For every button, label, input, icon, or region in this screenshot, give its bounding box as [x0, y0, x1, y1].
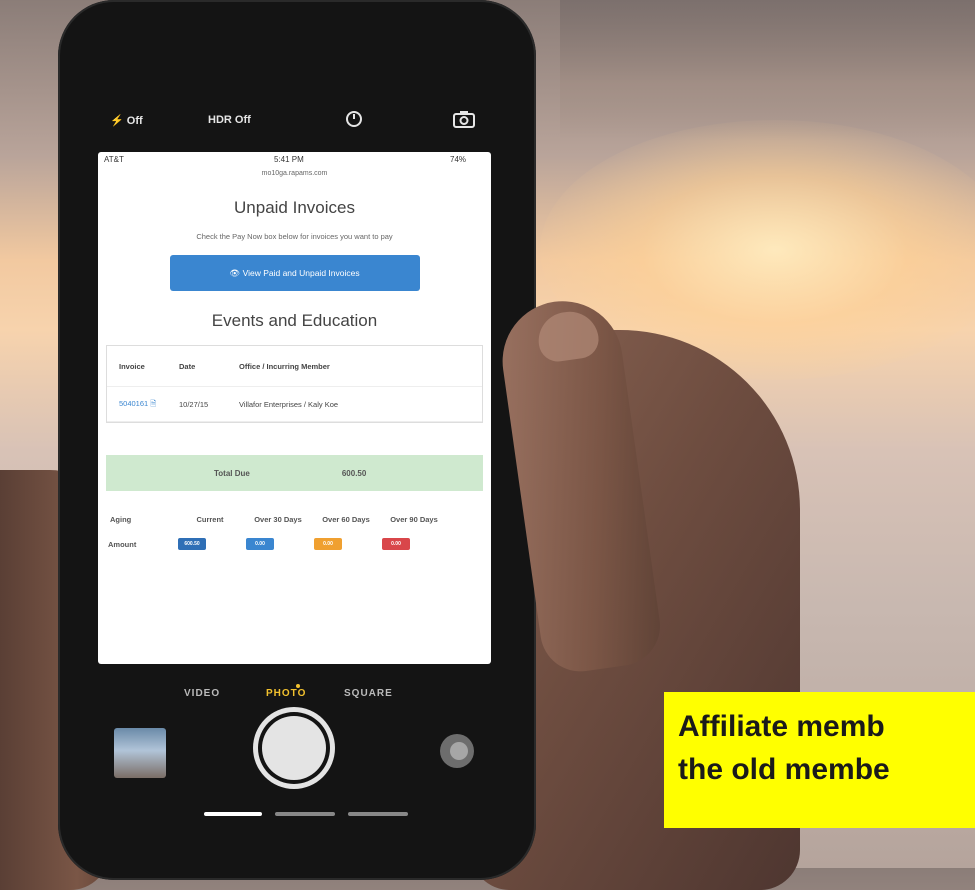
mode-square[interactable]: SQUARE — [344, 688, 393, 699]
aging-over-30: Over 30 Days — [254, 515, 302, 524]
total-label: Total Due — [214, 468, 250, 478]
document-icon[interactable]: 🗎 — [150, 399, 156, 408]
col-office: Office / Incurring Member — [239, 361, 330, 371]
aging-over-60: Over 60 Days — [322, 515, 370, 524]
page-indicator — [348, 812, 408, 816]
flash-toggle[interactable]: ⚡ Off — [110, 114, 143, 127]
last-photo-thumbnail[interactable] — [114, 728, 166, 778]
invoice-date: 10/27/15 — [179, 399, 209, 409]
camera-mode-selector: VIDEO PHOTO SQUARE — [100, 688, 500, 712]
caption-line-2: the old membe — [678, 753, 890, 786]
flash-icon: ⚡ — [110, 115, 124, 127]
invoice-office: Villafor Enterprises / Kaly Koe — [239, 399, 339, 409]
aging-over-90: Over 90 Days — [390, 515, 438, 524]
aging-header: Aging Current Over 30 Days Over 60 Days … — [106, 515, 483, 524]
amount-chip-over-60: 0.00 — [314, 538, 342, 550]
instruction-text: Check the Pay Now box below for invoices… — [196, 232, 393, 241]
amount-chip-current: 600.50 — [178, 538, 206, 550]
table-header: Invoice Date Office / Incurring Member — [107, 346, 482, 387]
view-invoices-button[interactable]: 👁 View Paid and Unpaid Invoices — [169, 255, 420, 291]
col-date: Date — [179, 361, 196, 371]
phone-screen: AT&T 5:41 PM 74% mo10ga.rapams.com Unpai… — [98, 152, 491, 664]
amount-row: Amount 600.50 0.00 0.00 0.00 — [106, 538, 483, 550]
eye-icon: 👁 — [229, 267, 243, 278]
amount-label: Amount — [108, 539, 137, 549]
carrier: AT&T — [104, 155, 124, 164]
aging-label: Aging — [110, 515, 132, 524]
shutter-button[interactable] — [258, 712, 330, 784]
flash-label: Off — [126, 115, 143, 127]
view-invoices-label: View Paid and Unpaid Invoices — [242, 267, 360, 278]
page-indicator-active — [204, 812, 262, 816]
filters-icon[interactable] — [440, 734, 474, 768]
amount-chip-over-30: 0.00 — [246, 538, 274, 550]
camera-top-bar: ⚡ Off HDR Off — [100, 104, 500, 144]
mode-video[interactable]: VIDEO — [184, 688, 220, 699]
page-title: Unpaid Invoices — [234, 198, 355, 217]
caption-line-1: Affiliate memb — [678, 710, 885, 743]
col-invoice: Invoice — [119, 361, 145, 371]
table-row: 5040161 🗎 10/27/15 Villafor Enterprises … — [107, 387, 482, 422]
total-due-bar: Total Due 600.50 — [106, 455, 483, 491]
invoice-table: Invoice Date Office / Incurring Member 5… — [106, 345, 483, 423]
cloud — [560, 0, 975, 140]
timer-icon[interactable] — [344, 109, 364, 129]
total-amount: 600.50 — [341, 468, 367, 478]
invoice-link[interactable]: 5040161 — [119, 399, 148, 408]
battery-percent: 74% — [450, 155, 467, 164]
amount-chip-over-90: 0.00 — [382, 538, 410, 550]
status-bar: AT&T 5:41 PM 74% — [98, 152, 491, 168]
clock: 5:41 PM — [274, 155, 304, 164]
section-title: Events and Education — [211, 311, 378, 330]
hdr-toggle[interactable]: HDR Off — [208, 114, 251, 126]
page-indicator — [275, 812, 335, 816]
aging-current: Current — [196, 515, 224, 524]
camera-flip-icon[interactable] — [452, 109, 476, 129]
mode-photo[interactable]: PHOTO — [266, 688, 306, 699]
url-bar[interactable]: mo10ga.rapams.com — [98, 168, 491, 180]
caption-box: Affiliate memb the old membe — [664, 692, 975, 828]
